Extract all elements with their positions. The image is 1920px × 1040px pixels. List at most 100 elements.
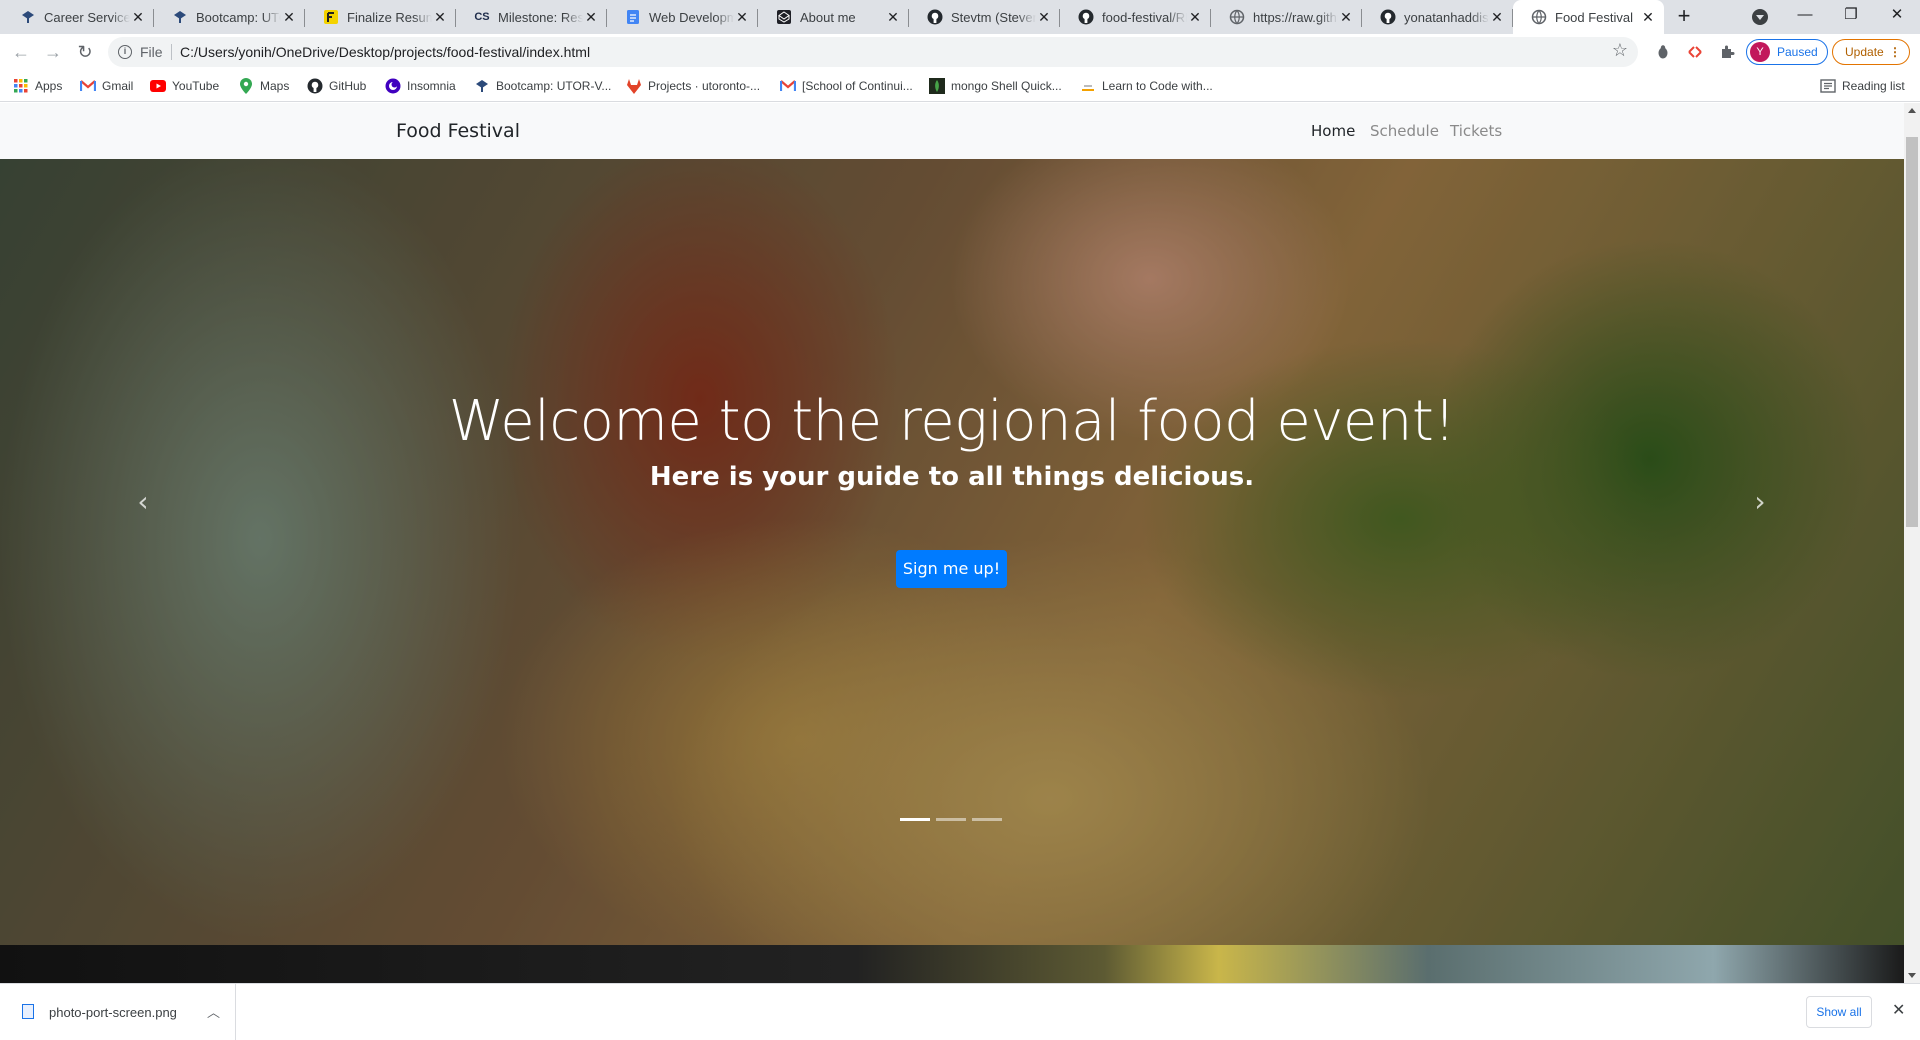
close-icon[interactable]: ✕ [885,9,901,25]
tab-milestone[interactable]: CS Milestone: Resu ✕ [456,0,607,34]
close-icon[interactable]: ✕ [1489,9,1505,25]
back-arrow-icon[interactable]: ← [9,40,33,64]
gmail-icon [80,78,96,94]
tab-web-development[interactable]: Web Developme ✕ [607,0,758,34]
close-icon[interactable]: ✕ [734,9,750,25]
carousel-indicator[interactable] [936,818,966,821]
tab-about-me[interactable]: About me ✕ [758,0,909,34]
nav-tickets[interactable]: Tickets [1450,122,1502,140]
bootcamp-logo-icon [474,78,490,94]
bookmark-projects[interactable]: Projects · utoronto-... [626,77,760,95]
close-icon[interactable]: ✕ [130,9,146,25]
tab-title: yonatanhaddish [1404,9,1489,25]
close-icon[interactable]: ✕ [432,9,448,25]
bookmark-label: Gmail [102,79,134,93]
show-all-button[interactable]: Show all [1806,996,1872,1028]
bookmark-gmail[interactable]: Gmail [80,77,133,95]
insomnia-icon [385,78,401,94]
sign-up-button[interactable]: Sign me up! [896,550,1007,588]
bookmark-insomnia[interactable]: Insomnia [385,77,456,95]
update-button[interactable]: Update ⋮ [1832,39,1910,65]
menu-dots-icon[interactable]: ⋮ [1889,40,1901,64]
carousel-indicator[interactable] [972,818,1002,821]
bookmark-apps[interactable]: Apps [13,77,62,95]
hero-subtitle: Here is your guide to all things delicio… [649,462,1255,492]
bookmarks-bar: Apps Gmail YouTube Maps GitHub Insomnia … [0,70,1920,102]
close-icon[interactable]: ✕ [1036,9,1052,25]
tab-food-festival-readme[interactable]: food-festival/RE ✕ [1060,0,1211,34]
puzzle-icon[interactable] [1719,44,1735,60]
extension-icon[interactable] [1655,44,1671,60]
reload-icon[interactable]: ↻ [73,40,97,64]
scroll-up-icon[interactable] [1908,108,1916,113]
tab-career-services[interactable]: Career Services ✕ [2,0,154,34]
page-scrollbar[interactable] [1904,103,1920,983]
extension-icon[interactable] [1687,44,1703,60]
hero-title: Welcome to the regional food event! [448,389,1456,454]
tab-title: Food Festival [1555,9,1634,25]
tab-stevtm[interactable]: Stevtm (Steven ✕ [909,0,1060,34]
tab-finalize-resume[interactable]: Finalize Resume ✕ [305,0,456,34]
tab-title: food-festival/RE [1102,9,1187,25]
bookmark-label: Projects · utoronto-... [648,79,761,93]
github-icon [1380,9,1396,25]
close-window-icon[interactable]: ✕ [1874,0,1920,32]
chevron-up-icon[interactable]: ︿ [207,1002,220,1021]
globe-icon [1229,9,1245,25]
tab-bootcamp[interactable]: Bootcamp: UTOR ✕ [154,0,305,34]
scroll-down-icon[interactable] [1908,973,1916,978]
bookmark-label: mongo Shell Quick... [951,79,1062,93]
bookmark-learn-to-code[interactable]: Learn to Code with... [1080,77,1213,95]
close-icon[interactable]: ✕ [281,9,297,25]
minimize-icon[interactable]: — [1782,0,1828,32]
bookmark-mongo[interactable]: mongo Shell Quick... [929,77,1062,95]
bookmark-school[interactable]: [School of Continui... [780,77,913,95]
nav-home[interactable]: Home [1311,122,1355,140]
bookmark-youtube[interactable]: YouTube [150,77,219,95]
close-icon[interactable]: ✕ [1187,9,1203,25]
bookmark-maps[interactable]: Maps [238,77,289,95]
reading-list-label: Reading list [1842,79,1905,93]
hero-carousel: Welcome to the regional food event! Here… [0,159,1904,945]
bookmark-star-icon[interactable]: ☆ [1612,40,1628,61]
close-icon[interactable]: ✕ [1892,1000,1905,1020]
info-icon[interactable]: i [118,45,132,59]
download-file-name: photo-port-screen.png [49,1005,177,1020]
bookmark-github[interactable]: GitHub [307,77,366,95]
tab-yonatanhaddish[interactable]: yonatanhaddish ✕ [1362,0,1513,34]
forward-arrow-icon[interactable]: → [41,40,65,64]
cs-logo-icon: CS [474,11,490,23]
tab-search-icon[interactable] [1752,9,1768,25]
close-icon[interactable]: ✕ [1338,9,1354,25]
update-label: Update [1845,45,1884,59]
avatar: Y [1750,42,1770,62]
site-brand[interactable]: Food Festival [396,120,520,142]
tab-raw-github[interactable]: https://raw.githu ✕ [1211,0,1362,34]
reading-list[interactable]: Reading list [1820,77,1905,95]
carousel-indicator[interactable] [900,818,930,821]
close-icon[interactable]: ✕ [1640,9,1656,25]
github-icon [307,78,323,94]
codepen-icon [776,9,792,25]
tab-title: Finalize Resume [347,9,432,25]
new-tab-plus-icon[interactable]: + [1672,5,1696,29]
bookmark-bootcamp[interactable]: Bootcamp: UTOR-V... [474,77,611,95]
carousel-prev-icon[interactable]: ‹ [128,487,158,517]
bookmark-label: Apps [35,79,63,93]
tab-food-festival[interactable]: Food Festival ✕ [1513,0,1664,34]
profile-button[interactable]: Y Paused [1746,39,1828,65]
github-icon [1078,9,1094,25]
address-bar[interactable]: i File C:/Users/yonih/OneDrive/Desktop/p… [108,37,1638,67]
globe-icon [1531,9,1547,25]
resume-logo-icon [323,9,339,25]
profile-status: Paused [1777,45,1818,59]
url-text[interactable]: C:/Users/yonih/OneDrive/Desktop/projects… [180,44,590,60]
bookmark-label: Insomnia [407,79,456,93]
restore-icon[interactable]: ❐ [1828,0,1874,32]
close-icon[interactable]: ✕ [583,9,599,25]
scroll-thumb[interactable] [1906,137,1918,527]
image-file-icon [22,1004,34,1019]
nav-schedule[interactable]: Schedule [1370,122,1439,140]
carousel-next-icon[interactable]: › [1745,487,1775,517]
download-item[interactable]: photo-port-screen.png ︿ [0,984,236,1040]
